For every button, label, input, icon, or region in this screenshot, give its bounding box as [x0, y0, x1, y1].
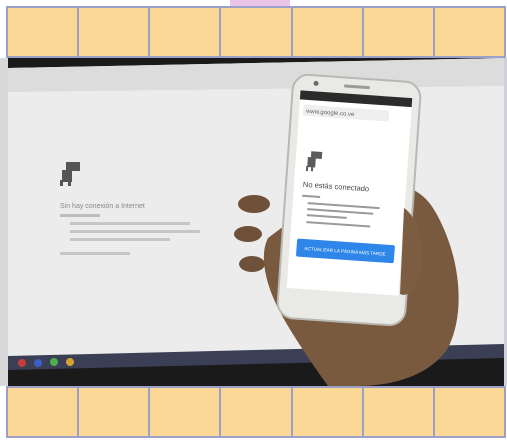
- photo-left-edge: [0, 58, 8, 386]
- taskbar-app-icon: [18, 359, 26, 367]
- photo-illustration: Sin hay conexión a Internet www.google.c…: [8, 58, 504, 386]
- bottom-tile-strip: [6, 386, 506, 438]
- tile: [432, 386, 506, 438]
- top-tile-strip: [6, 6, 506, 58]
- tile: [219, 6, 293, 58]
- tile: [290, 6, 364, 58]
- tile: [290, 386, 364, 438]
- tile: [77, 386, 151, 438]
- taskbar-app-icon: [66, 358, 74, 366]
- tile: [148, 6, 222, 58]
- tile: [6, 386, 80, 438]
- tile: [361, 386, 435, 438]
- taskbar-app-icon: [34, 359, 42, 367]
- tile: [432, 6, 506, 58]
- tile: [148, 386, 222, 438]
- monitor-offline-heading: Sin hay conexión a Internet: [60, 203, 145, 210]
- tile: [219, 386, 293, 438]
- photo-frame: Sin hay conexión a Internet www.google.c…: [0, 0, 507, 441]
- tile: [6, 6, 80, 58]
- taskbar-app-icon: [50, 358, 58, 366]
- tile: [77, 6, 151, 58]
- offline-phone-photo: Sin hay conexión a Internet www.google.c…: [8, 58, 504, 386]
- tile: [361, 6, 435, 58]
